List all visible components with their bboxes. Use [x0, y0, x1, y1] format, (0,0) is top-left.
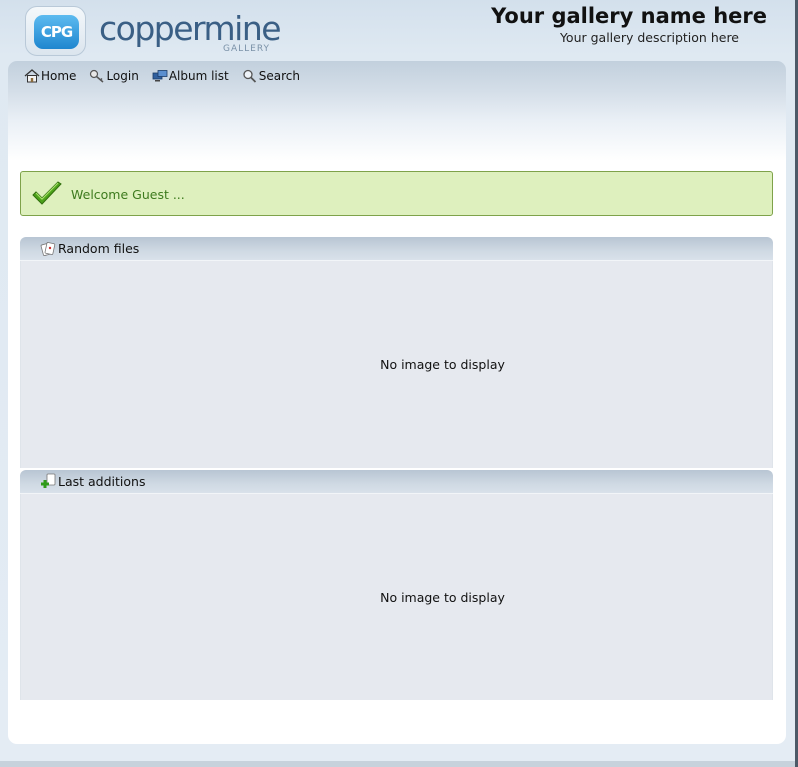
home-icon	[24, 69, 40, 83]
panel-body: No image to display	[20, 261, 773, 468]
panel-title[interactable]: Last additions	[58, 474, 145, 489]
last-additions-icon	[41, 473, 56, 488]
logo-badge: CPG	[25, 6, 86, 56]
panel-title[interactable]: Random files	[58, 241, 139, 256]
search-icon	[243, 69, 256, 83]
site-header: CPG coppermine GALLERY Your gallery name…	[0, 0, 795, 60]
welcome-message-box: Welcome Guest ...	[20, 171, 773, 216]
welcome-text: Welcome Guest ...	[71, 187, 185, 202]
nav-item-label: Home	[41, 69, 77, 83]
nav-item-label: Search	[258, 69, 300, 83]
top-nav-bar: Home Login Album list Search	[8, 61, 786, 166]
random-files-panel: Random files No image to display	[20, 237, 773, 468]
panel-header: Last additions	[20, 470, 773, 494]
random-files-icon	[40, 242, 56, 257]
gallery-name: Your gallery name here	[491, 4, 767, 28]
login-key-icon	[90, 69, 104, 83]
logo-badge-text: CPG	[34, 15, 79, 49]
empty-message: No image to display	[380, 357, 505, 372]
logo-subtitle: GALLERY	[223, 44, 271, 54]
nav-links: Home Login Album list Search	[24, 69, 313, 83]
coppermine-logo[interactable]: CPG coppermine GALLERY	[25, 6, 285, 58]
last-additions-panel: Last additions No image to display	[20, 470, 773, 700]
nav-item-label: Login	[106, 69, 139, 83]
gallery-description: Your gallery description here	[559, 30, 739, 45]
panel-body: No image to display	[20, 494, 773, 700]
checkmark-icon	[32, 181, 62, 205]
nav-item-home[interactable]: Home	[24, 69, 76, 83]
nav-item-album-list[interactable]: Album list	[152, 69, 229, 83]
album-list-icon	[152, 70, 168, 82]
nav-item-label: Album list	[168, 69, 229, 83]
empty-message: No image to display	[380, 590, 505, 605]
page: CPG coppermine GALLERY Your gallery name…	[0, 0, 798, 767]
logo-wordmark: coppermine	[99, 9, 282, 48]
nav-item-search[interactable]: Search	[242, 69, 300, 83]
nav-item-login[interactable]: Login	[89, 69, 139, 83]
panel-header: Random files	[20, 237, 773, 261]
